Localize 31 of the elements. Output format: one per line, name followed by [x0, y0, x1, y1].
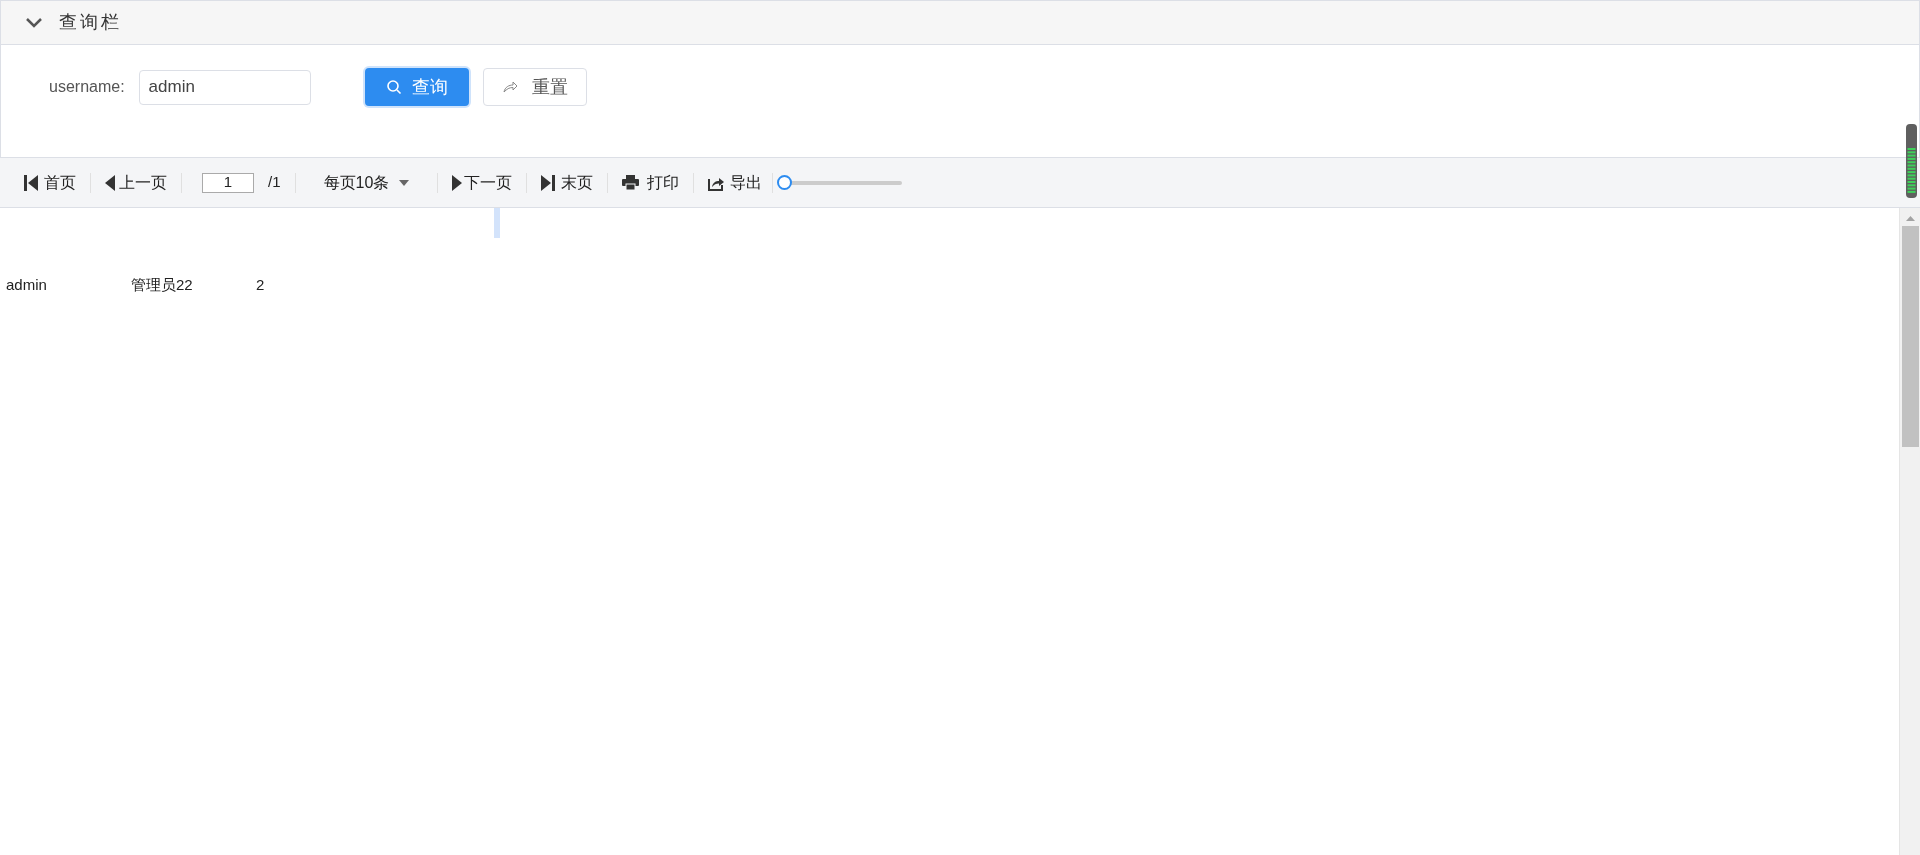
- table-cell-text: 2: [255, 275, 266, 295]
- slider-thumb[interactable]: [777, 175, 793, 190]
- print-button[interactable]: 打印: [622, 170, 680, 195]
- zoom-slider[interactable]: [777, 174, 903, 191]
- printer-icon: [622, 175, 640, 190]
- export-button[interactable]: 导出: [708, 170, 763, 195]
- table-cell-text: 管理员22: [130, 275, 194, 295]
- reset-button[interactable]: 重置: [482, 68, 587, 106]
- search-icon: [385, 79, 402, 95]
- triangle-left-icon: [105, 174, 115, 191]
- next-page-button[interactable]: 下一页: [452, 170, 513, 195]
- page-size-dropdown[interactable]: 每页10条: [323, 170, 410, 195]
- prev-page-button[interactable]: 上一页: [105, 170, 167, 195]
- triangle-right-icon: [452, 174, 463, 191]
- caret-down-icon: [399, 179, 410, 186]
- share-arrow-icon: [501, 80, 518, 94]
- username-input[interactable]: admin: [138, 69, 311, 105]
- first-page-button[interactable]: 首页: [24, 170, 76, 195]
- skip-end-icon: [541, 174, 556, 191]
- page-input[interactable]: 1: [202, 172, 254, 193]
- page-total: /1: [268, 172, 281, 193]
- scroll-up-icon: [1905, 216, 1915, 221]
- last-page-button[interactable]: 末页: [541, 170, 594, 195]
- table-cell-text: admin: [5, 275, 48, 295]
- panel-header[interactable]: 查询栏: [1, 1, 1919, 45]
- field-label: username:: [49, 77, 125, 97]
- panel-title: 查询栏: [59, 11, 122, 34]
- column-marker: [494, 208, 500, 238]
- scrollbar[interactable]: [1899, 208, 1920, 855]
- skip-start-icon: [24, 174, 38, 191]
- chevron-icon: [25, 16, 43, 29]
